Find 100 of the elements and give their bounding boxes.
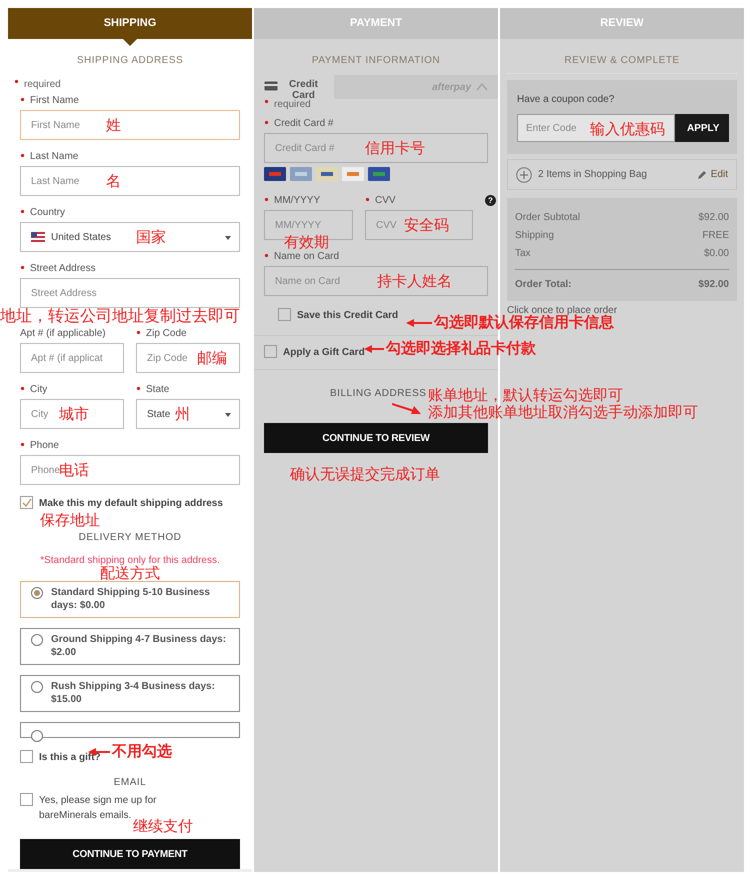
annotation-text: 城市 bbox=[59, 407, 89, 422]
summary-value: FREE bbox=[702, 228, 729, 242]
continue-button[interactable]: CONTINUE TO REVIEW bbox=[264, 423, 488, 453]
required-note: required bbox=[264, 97, 488, 112]
annotation-text: 州 bbox=[175, 407, 190, 422]
required-icon bbox=[365, 197, 372, 204]
shipping-option[interactable] bbox=[20, 722, 240, 738]
shipping-option[interactable]: Standard Shipping 5-10 Business days: $0.00 bbox=[20, 581, 240, 618]
required-icon bbox=[264, 197, 271, 204]
annotation-text: 姓 bbox=[106, 118, 121, 133]
input-field[interactable]: City 城市 bbox=[20, 399, 124, 429]
checkbox-label: Save this Credit Card bbox=[297, 309, 398, 323]
summary-label: Tax bbox=[515, 246, 531, 260]
continue-button[interactable]: CONTINUE TO PAYMENT bbox=[20, 839, 240, 869]
checkbox-label: Apply a Gift Card bbox=[283, 346, 365, 360]
input-field[interactable]: First Name 姓 bbox=[20, 110, 240, 140]
caret-icon bbox=[225, 236, 231, 240]
pencil-icon bbox=[696, 170, 707, 180]
required-icon bbox=[264, 99, 271, 106]
card-logo-icon bbox=[368, 167, 390, 181]
field-label: CVV bbox=[365, 195, 473, 207]
annotation-text: 名 bbox=[106, 174, 121, 189]
input-field[interactable]: Zip Code 邮编 bbox=[136, 343, 240, 373]
credit-card-tab[interactable]: Credit Card bbox=[254, 75, 334, 99]
field-label: State bbox=[136, 384, 240, 396]
radio-button[interactable] bbox=[31, 587, 43, 599]
required-icon bbox=[136, 386, 143, 393]
summary-label: Order Total: bbox=[515, 278, 572, 292]
annotation-text: 账单地址，默认转运勾选即可 bbox=[428, 388, 624, 403]
bag-row[interactable]: 2 Items in Shopping Bag Edit bbox=[507, 159, 737, 190]
shipping-option[interactable]: Rush Shipping 3-4 Business days: $15.00 bbox=[20, 675, 240, 712]
input-field[interactable]: Apt # (if applicat bbox=[20, 343, 124, 373]
checkbox-label: Make this my default shipping address bbox=[39, 497, 223, 511]
checkbox[interactable] bbox=[20, 793, 33, 806]
annotation-text: 安全码 bbox=[404, 218, 449, 233]
input-field[interactable]: Street Address bbox=[20, 278, 240, 308]
plus-icon bbox=[516, 166, 532, 182]
input-field[interactable]: Last Name 名 bbox=[20, 166, 240, 196]
state-select[interactable]: State 州 bbox=[136, 399, 240, 429]
checkbox-label: Is this a gift? bbox=[39, 751, 101, 765]
annotation-text: 不用勾选 bbox=[112, 744, 172, 759]
checkbox[interactable] bbox=[264, 345, 277, 358]
warning-text: *Standard shipping only for this address. bbox=[39, 554, 221, 566]
annotation-text: 电话 bbox=[59, 463, 89, 478]
input-field[interactable]: Credit Card # 信用卡号 bbox=[264, 133, 488, 163]
edit-link[interactable]: Edit bbox=[696, 167, 728, 182]
field-label: Country bbox=[20, 207, 240, 219]
annotation-text: 持卡人姓名 bbox=[377, 274, 452, 289]
required-icon bbox=[264, 253, 271, 260]
annotation-text: 信用卡号 bbox=[365, 141, 425, 156]
required-icon bbox=[20, 209, 27, 216]
arrow-icon bbox=[364, 344, 384, 354]
card-logo-icon bbox=[342, 167, 364, 181]
section-heading: EMAIL bbox=[112, 776, 148, 790]
section-heading: REVIEW & COMPLETE bbox=[563, 54, 681, 68]
arrows-icon bbox=[476, 82, 488, 92]
section-heading: BILLING ADDRESS bbox=[330, 387, 426, 401]
country-select[interactable]: United States 国家 bbox=[20, 222, 240, 252]
field-label: Street Address bbox=[20, 263, 240, 275]
checkbox[interactable] bbox=[20, 750, 33, 763]
footnote-text: Click once to place order bbox=[507, 304, 618, 316]
field-label: Zip Code bbox=[136, 328, 240, 340]
required-icon bbox=[20, 265, 27, 272]
coupon-field[interactable]: Enter Code 输入优惠码 bbox=[517, 114, 675, 142]
annotation-text: 确认无误提交完成订单 bbox=[290, 467, 441, 482]
checkbox[interactable] bbox=[20, 496, 33, 509]
step-tab[interactable]: SHIPPING bbox=[8, 8, 252, 39]
annotation-text: 地址，转运公司地址复制过去即可 bbox=[0, 308, 241, 326]
pointer-icon bbox=[123, 39, 137, 46]
checkbox[interactable] bbox=[278, 308, 291, 321]
field-label: MM/YYYY bbox=[264, 195, 353, 207]
flag-icon bbox=[31, 232, 45, 242]
checkmark-icon bbox=[22, 498, 32, 508]
required-icon bbox=[20, 97, 27, 104]
required-icon bbox=[20, 153, 27, 160]
field-label: First Name bbox=[20, 95, 240, 107]
card-logo-icon bbox=[316, 167, 338, 181]
annotation-text: 输入优惠码 bbox=[590, 122, 665, 137]
required-icon bbox=[20, 386, 27, 393]
annotation-text: 配送方式 bbox=[100, 566, 160, 581]
apply-button[interactable]: APPLY bbox=[675, 114, 729, 142]
radio-button[interactable] bbox=[31, 681, 43, 693]
field-label: Name on Card bbox=[264, 251, 488, 263]
radio-button[interactable] bbox=[31, 730, 43, 742]
input-field[interactable]: Name on Card 持卡人姓名 bbox=[264, 266, 488, 296]
annotation-text: 勾选即默认保存信用卡信息 bbox=[434, 315, 614, 330]
field-label: Credit Card # bbox=[264, 118, 488, 130]
annotation-text: 添加其他账单地址取消勾选手动添加即可 bbox=[428, 405, 698, 420]
arrow-icon bbox=[392, 402, 422, 416]
card-logo-icon bbox=[264, 167, 286, 181]
required-icon bbox=[136, 330, 143, 337]
shipping-option[interactable]: Ground Shipping 4-7 Business days: $2.00 bbox=[20, 628, 240, 665]
radio-button[interactable] bbox=[31, 634, 43, 646]
input-field[interactable]: CVV 安全码 bbox=[365, 210, 473, 240]
caret-icon bbox=[225, 413, 231, 417]
annotation-text: 保存地址 bbox=[40, 513, 101, 528]
summary-value: $0.00 bbox=[704, 246, 729, 260]
required-icon bbox=[14, 79, 21, 86]
help-icon[interactable]: ? bbox=[485, 195, 496, 206]
required-icon bbox=[264, 120, 271, 127]
